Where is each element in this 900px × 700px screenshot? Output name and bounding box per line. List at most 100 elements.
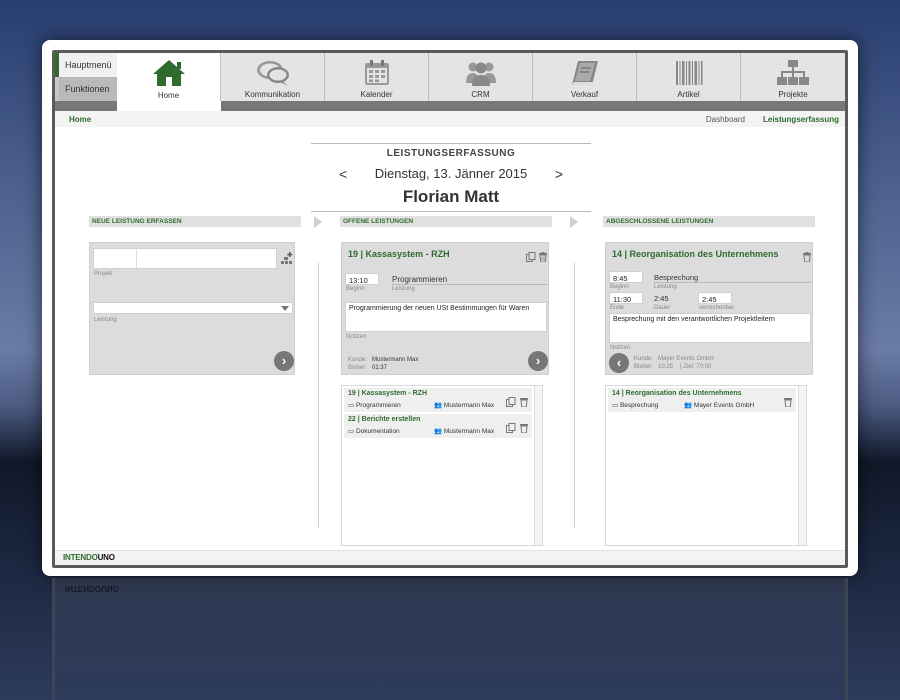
list-item-title: 19 | Kassasystem - RZH (348, 390, 427, 397)
scrollbar[interactable] (534, 386, 542, 545)
service-label: Leistung (94, 317, 117, 323)
closed-entry-card: 14 | Reorganisation des Unternehmens 8:4… (605, 242, 813, 375)
page-title: LEISTUNGSERFASSUNG (386, 148, 516, 159)
functions-menu-item[interactable]: Funktionen (55, 77, 117, 101)
trash-icon[interactable] (519, 420, 529, 434)
list-item[interactable]: 22 | Berichte erstellen ▭ Dokumentation … (344, 414, 532, 438)
divider (311, 211, 591, 212)
new-entry-heading: NEUE LEISTUNG ERFASSEN (89, 216, 301, 227)
trash-icon[interactable] (802, 249, 812, 263)
copy-icon[interactable] (506, 420, 516, 433)
tab-label: Projekte (778, 90, 808, 99)
arrow-separator (570, 216, 578, 228)
brand-logo: INTENDOUNO (63, 553, 115, 562)
main-menu-item[interactable]: Hauptmenü (55, 53, 117, 77)
list-item[interactable]: 19 | Kassasystem - RZH ▭ Programmieren 👥… (344, 388, 532, 412)
tab-crm[interactable]: CRM (429, 53, 533, 101)
list-item-person: 👥 Mustermann Max (434, 428, 495, 435)
notes-label: Notizen (610, 345, 631, 351)
trash-icon[interactable] (538, 249, 548, 263)
tab-kommunikation[interactable]: Kommunikation (221, 53, 325, 101)
trash-icon[interactable] (783, 394, 793, 408)
add-project-icon[interactable] (280, 252, 293, 265)
duration-label: Dauer (654, 305, 671, 311)
tab-label: CRM (471, 90, 490, 99)
hierarchy-icon (741, 59, 845, 87)
page-header: LEISTUNGSERFASSUNG < Dienstag, 13. Jänne… (311, 143, 591, 212)
list-item-service: ▭ Programmieren (348, 402, 401, 409)
copy-icon[interactable] (506, 394, 516, 407)
barcode-icon (637, 59, 740, 87)
list-item[interactable]: 14 | Reorganisation des Unternehmens ▭ B… (608, 388, 796, 412)
tab-label: Kalender (360, 90, 393, 99)
begin-time-input[interactable]: 8:45 (609, 271, 643, 283)
employee-name: Florian Matt (402, 187, 500, 206)
tab-artikel[interactable]: Artikel (637, 53, 741, 101)
customer-value: Mustermann Max (372, 357, 419, 363)
breadcrumb-home[interactable]: Home (69, 115, 91, 124)
tab-label: Verkauf (570, 90, 599, 99)
copy-icon[interactable] (526, 249, 536, 262)
so-far-value: 01:37 (372, 365, 388, 371)
next-day-button[interactable]: > (555, 163, 563, 185)
calendar-icon (325, 59, 428, 87)
divider (392, 284, 547, 285)
service-value: Besprechung (654, 273, 699, 282)
notes-textarea[interactable]: Besprechung mit den verantwortlichen Pro… (609, 313, 811, 343)
tab-kalender[interactable]: Kalender (325, 53, 429, 101)
begin-time-input[interactable]: 13:10 (345, 273, 379, 285)
chevron-down-icon (281, 306, 289, 311)
list-item-person: 👥 Mayer Events GmbH (684, 402, 755, 409)
main-tabs: Home Kommunikation Kalender CRM Verkauf … (117, 53, 845, 111)
new-entry-panel: Projekt Leistung › (89, 242, 295, 375)
so-far-label: Bisher: (348, 365, 367, 371)
divider (311, 143, 591, 144)
closed-entries-list[interactable]: 14 | Reorganisation des Unternehmens ▭ B… (605, 385, 807, 546)
service-value: Programmieren (392, 275, 448, 284)
next-button[interactable]: › (274, 351, 294, 371)
current-date: Dienstag, 13. Jänner 2015 (374, 166, 528, 181)
scrollbar[interactable] (798, 386, 806, 545)
open-entries-heading: OFFENE LEISTUNGEN (340, 216, 552, 227)
tab-projekte[interactable]: Projekte (741, 53, 845, 101)
breadcrumb-dashboard[interactable]: Dashboard (706, 115, 745, 124)
customer-value: Mayer Events GmbH (658, 356, 714, 362)
end-time-input[interactable]: 11:30 (609, 292, 643, 304)
service-label: Leistung (654, 284, 677, 290)
customer-label: Kunde: (348, 357, 368, 363)
notes-label: Notizen (346, 334, 367, 340)
open-entries-list[interactable]: 19 | Kassasystem - RZH ▭ Programmieren 👥… (341, 385, 543, 546)
tab-label: Home (157, 91, 180, 100)
divider (654, 282, 811, 283)
breadcrumb-right: Dashboard Leistungserfassung (706, 115, 839, 124)
project-code-input[interactable] (93, 248, 137, 269)
customer-label: Kunde: (634, 356, 654, 362)
brand-reflection: INTENDOUNO (65, 584, 119, 593)
book-icon (533, 59, 636, 87)
nav-strip (117, 101, 845, 111)
notes-textarea[interactable]: Programmierung der neuen USt Bestimmunge… (345, 302, 547, 332)
goal-value: | Ziel: 70:00 (680, 364, 712, 370)
next-button[interactable]: › (528, 351, 548, 371)
so-far-value: 10:25 (658, 364, 674, 370)
home-icon (117, 59, 220, 87)
prev-day-button[interactable]: < (339, 163, 347, 185)
list-item-person: 👥 Mustermann Max (434, 402, 495, 409)
nav-strip-left (55, 101, 117, 111)
arrow-separator (314, 216, 322, 228)
tab-label: Kommunikation (244, 90, 301, 99)
trash-icon[interactable] (519, 394, 529, 408)
open-entry-card: 19 | Kassasystem - RZH 13:10 Beginn Prog… (341, 242, 549, 375)
top-navigation: Hauptmenü Funktionen Home Kommunikation (55, 53, 845, 111)
breadcrumb-current[interactable]: Leistungserfassung (763, 115, 839, 124)
begin-label: Beginn (346, 286, 365, 292)
list-item-title: 14 | Reorganisation des Unternehmens (612, 390, 742, 397)
column-divider (574, 263, 575, 528)
service-select[interactable] (93, 302, 293, 314)
list-item-service: ▭ Dokumentation (348, 428, 400, 435)
active-tab-cover (117, 101, 221, 111)
tab-verkauf[interactable]: Verkauf (533, 53, 637, 101)
footer: INTENDOUNO (55, 550, 845, 565)
billable-time-input[interactable]: 2:45 (698, 292, 732, 304)
back-button[interactable]: ‹ (609, 353, 629, 373)
